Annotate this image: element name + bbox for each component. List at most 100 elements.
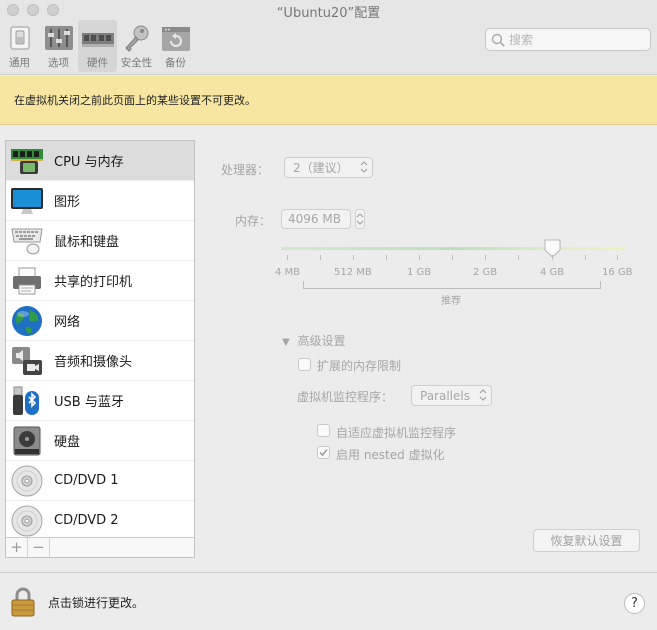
backup-icon bbox=[161, 27, 190, 51]
checkmark-icon bbox=[319, 449, 328, 457]
slider-tick-label: 1 GB bbox=[407, 267, 432, 278]
hypervisor-value: Parallels bbox=[420, 388, 470, 403]
advanced-disclosure[interactable]: ▼ 高级设置 bbox=[282, 332, 346, 349]
memory-stepper[interactable] bbox=[355, 209, 365, 229]
sidebar-item-printer[interactable]: 共享的打印机 bbox=[6, 261, 194, 301]
search-placeholder: 搜索 bbox=[509, 33, 534, 47]
sidebar-item-graphics[interactable]: 图形 bbox=[6, 181, 194, 221]
nested-virtualization-label: 启用 nested 虚拟化 bbox=[336, 448, 445, 462]
restore-defaults-button[interactable]: 恢复默认设置 bbox=[533, 529, 640, 552]
network-globe-icon bbox=[11, 305, 43, 337]
slider-tick-label: 512 MB bbox=[334, 267, 372, 278]
sidebar-item-label: 硬盘 bbox=[54, 435, 81, 450]
sidebar-item-audio-camera[interactable]: 音频和摄像头 bbox=[6, 341, 194, 381]
toolbar-general[interactable]: 通用 bbox=[0, 20, 39, 72]
slider-tick-label: 16 GB bbox=[602, 267, 633, 278]
memory-label: 内存： bbox=[235, 214, 272, 228]
toolbar-backup-label: 备份 bbox=[165, 57, 186, 69]
cpu-label: 处理器： bbox=[221, 163, 270, 177]
slider-tick-label: 2 GB bbox=[473, 267, 498, 278]
stepper-arrows-icon bbox=[356, 213, 364, 225]
hypervisor-label: 虚拟机监控程序： bbox=[297, 390, 394, 404]
extended-memory-checkbox[interactable] bbox=[298, 358, 311, 371]
slider-tick-label: 4 MB bbox=[275, 267, 301, 278]
sidebar-item-cd-dvd-2[interactable]: CD/DVD 2 bbox=[6, 501, 194, 541]
cpu-value: 2（建议） bbox=[293, 161, 349, 175]
sidebar-item-cpu-memory[interactable]: CPU 与内存 bbox=[6, 141, 194, 181]
title-bar: “Ubuntu20”配置 通用 选项 硬件 安全性 备份 搜索 bbox=[0, 0, 657, 75]
sidebar-item-label: USB 与蓝牙 bbox=[54, 395, 124, 410]
memory-field[interactable]: 4096 MB bbox=[281, 209, 351, 229]
remove-device-button[interactable]: − bbox=[28, 538, 50, 557]
adaptive-hypervisor-label: 自适应虚拟机监控程序 bbox=[336, 426, 457, 440]
lock-icon[interactable] bbox=[11, 587, 35, 617]
adaptive-hypervisor-checkbox[interactable] bbox=[317, 424, 330, 437]
cpu-memory-icon bbox=[11, 145, 43, 177]
sidebar-item-label: 音频和摄像头 bbox=[54, 355, 133, 370]
sidebar-item-label: 网络 bbox=[54, 315, 81, 330]
sidebar-item-label: CPU 与内存 bbox=[54, 155, 124, 170]
toolbar-options[interactable]: 选项 bbox=[39, 20, 78, 72]
sidebar-item-usb-bluetooth[interactable]: USB 与蓝牙 bbox=[6, 381, 194, 421]
slider-tick bbox=[585, 255, 586, 260]
memory-value: 4096 MB bbox=[288, 212, 341, 226]
toolbar-options-label: 选项 bbox=[48, 57, 69, 69]
help-button[interactable]: ? bbox=[624, 593, 645, 614]
hardware-ram-icon bbox=[81, 33, 114, 47]
search-icon bbox=[491, 33, 505, 47]
printer-icon bbox=[11, 265, 43, 297]
memory-slider-track[interactable] bbox=[281, 247, 626, 250]
slider-tick bbox=[353, 255, 354, 260]
sidebar-item-mouse-keyboard[interactable]: 鼠标和键盘 bbox=[6, 221, 194, 261]
general-switch-icon bbox=[10, 26, 29, 50]
nested-virtualization-checkbox[interactable] bbox=[317, 446, 330, 459]
sidebar-item-label: 共享的打印机 bbox=[54, 275, 133, 290]
bottom-bar: 点击锁进行更改。 ? bbox=[0, 572, 657, 630]
extended-memory-label: 扩展的内存限制 bbox=[317, 359, 402, 373]
slider-tick bbox=[386, 255, 387, 260]
sidebar-item-label: 图形 bbox=[54, 195, 81, 210]
display-icon bbox=[11, 185, 43, 217]
toolbar-hardware[interactable]: 硬件 bbox=[78, 20, 117, 72]
recommended-range-bracket bbox=[303, 281, 601, 289]
window-title: “Ubuntu20”配置 bbox=[276, 6, 381, 21]
add-device-button[interactable]: + bbox=[6, 538, 28, 557]
sidebar-item-label: CD/DVD 2 bbox=[54, 513, 119, 528]
sidebar-item-network[interactable]: 网络 bbox=[6, 301, 194, 341]
options-sliders-icon bbox=[44, 26, 73, 50]
mouse-keyboard-icon bbox=[11, 225, 43, 257]
sidebar-item-label: CD/DVD 1 bbox=[54, 473, 119, 488]
lock-text: 点击锁进行更改。 bbox=[48, 596, 145, 610]
sidebar-item-hard-disk[interactable]: 硬盘 bbox=[6, 421, 194, 461]
warning-banner: 在虚拟机关闭之前此页面上的某些设置不可更改。 bbox=[0, 76, 657, 125]
slider-tick bbox=[617, 255, 618, 260]
hardware-sidebar: CPU 与内存 图形 鼠标和键盘 共享的打印机 网络 音频和摄像头 USB 与蓝… bbox=[5, 140, 195, 558]
disclosure-triangle-icon: ▼ bbox=[282, 337, 290, 348]
slider-tick bbox=[485, 255, 486, 260]
cpu-popup[interactable]: 2（建议） bbox=[284, 157, 373, 178]
slider-tick bbox=[287, 255, 288, 260]
sidebar-item-label: 鼠标和键盘 bbox=[54, 235, 120, 250]
slider-tick bbox=[518, 255, 519, 260]
banner-text: 在虚拟机关闭之前此页面上的某些设置不可更改。 bbox=[14, 94, 256, 107]
chevron-updown-icon bbox=[479, 389, 487, 401]
advanced-label: 高级设置 bbox=[297, 334, 346, 348]
slider-tick-label: 4 GB bbox=[540, 267, 565, 278]
slider-tick bbox=[419, 255, 420, 260]
recommended-label: 推荐 bbox=[441, 296, 461, 307]
toolbar-general-label: 通用 bbox=[9, 57, 30, 69]
sidebar-item-cd-dvd-1[interactable]: CD/DVD 1 bbox=[6, 461, 194, 501]
hypervisor-popup[interactable]: Parallels bbox=[411, 385, 492, 406]
toolbar-security[interactable]: 安全性 bbox=[117, 20, 156, 72]
search-field[interactable]: 搜索 bbox=[485, 28, 651, 51]
toolbar-backup[interactable]: 备份 bbox=[156, 20, 195, 72]
toolbar-hardware-label: 硬件 bbox=[87, 57, 108, 69]
cd-dvd-icon bbox=[11, 505, 43, 537]
sidebar-footer: + − bbox=[6, 537, 194, 557]
chevron-updown-icon bbox=[360, 161, 368, 173]
audio-camera-icon bbox=[11, 345, 43, 377]
toolbar: 通用 选项 硬件 安全性 备份 bbox=[0, 20, 195, 72]
hard-disk-icon bbox=[11, 425, 43, 457]
usb-bluetooth-icon bbox=[11, 385, 43, 417]
slider-tick bbox=[452, 255, 453, 260]
